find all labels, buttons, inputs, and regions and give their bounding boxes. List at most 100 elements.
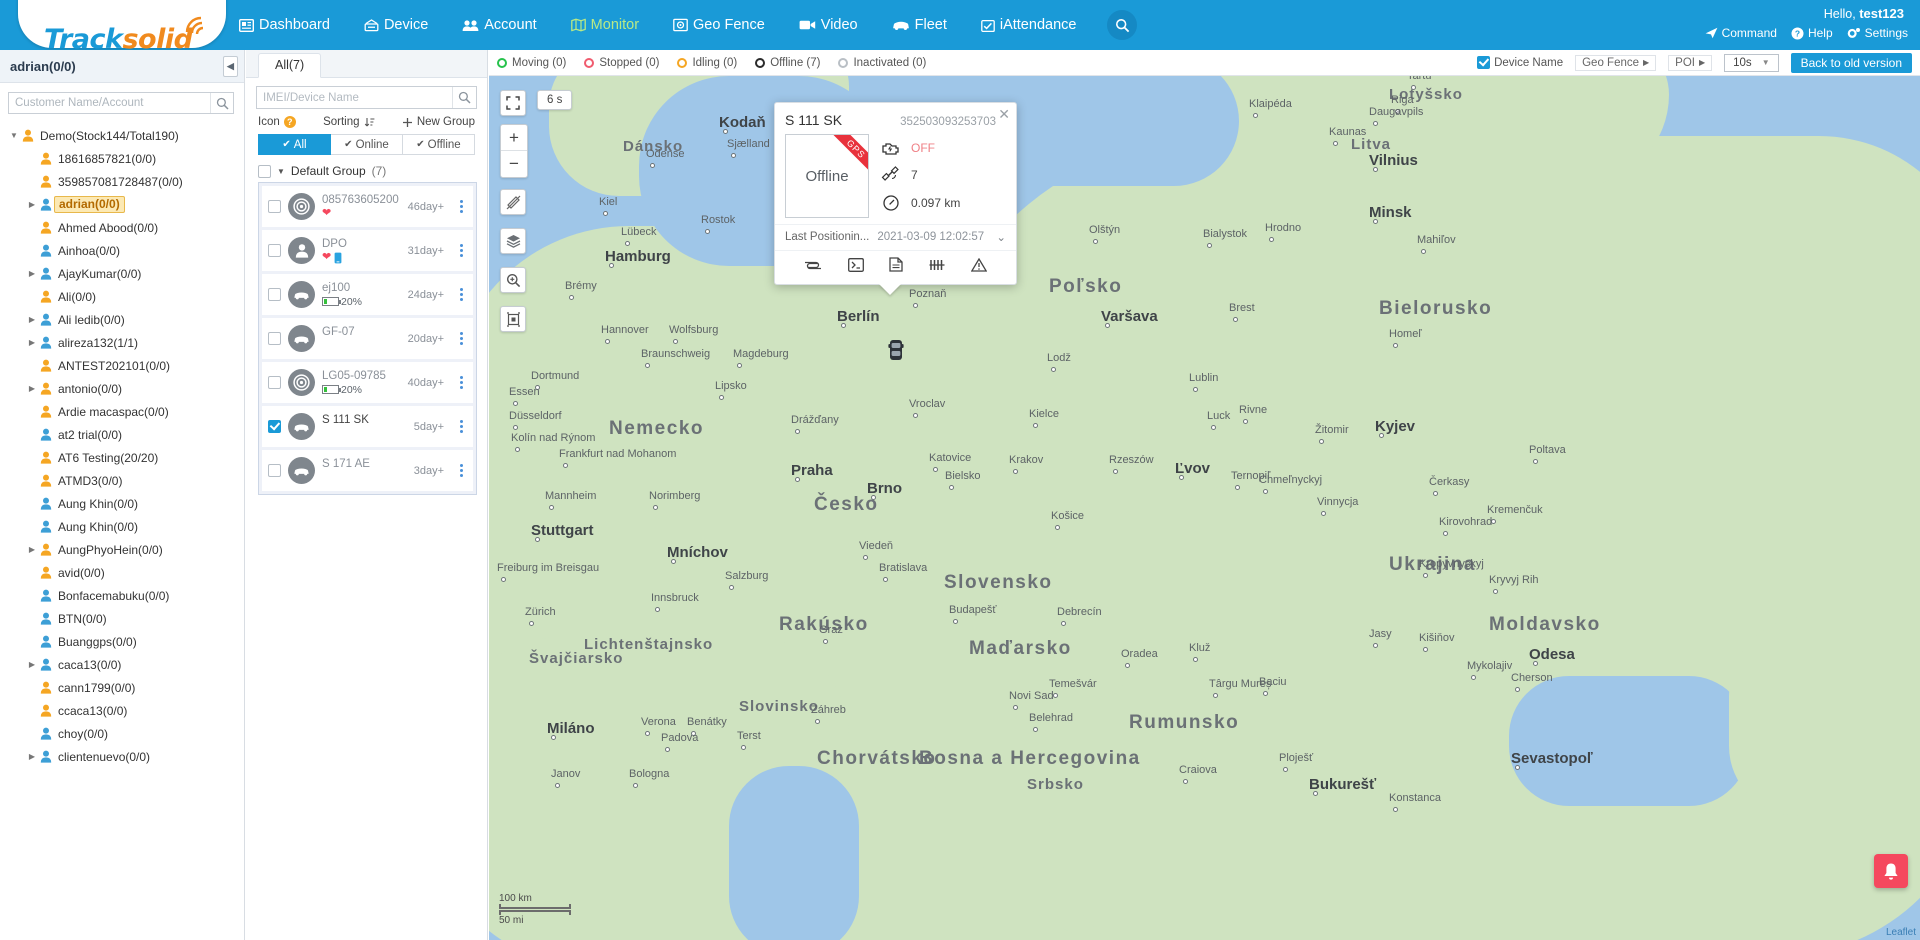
chevron-right-icon[interactable]: ▶ [26,384,38,393]
tree-node[interactable]: cann1799(0/0) [0,676,244,699]
leaflet-credit[interactable]: Leaflet [1886,927,1916,938]
tree-node[interactable]: ▶ alireza132(1/1) [0,331,244,354]
tab-all-devices[interactable]: All(7) [258,53,322,78]
device-checkbox[interactable] [268,244,281,257]
device-checkbox[interactable] [268,332,281,345]
map-grid-select-button[interactable] [500,306,526,332]
chevron-right-icon[interactable]: ▶ [26,315,38,324]
poi-dropdown[interactable]: POI ▶ [1668,54,1713,71]
device-checkbox[interactable] [268,376,281,389]
customer-search-input[interactable] [9,93,210,113]
nav-item-account[interactable]: Account [445,0,553,50]
tree-node[interactable]: ATMD3(0/0) [0,469,244,492]
device-checkbox[interactable] [268,420,281,433]
device-checkbox[interactable] [268,200,281,213]
device-search-button[interactable] [452,87,476,108]
tree-node[interactable]: at2 trial(0/0) [0,423,244,446]
device-filter-offline[interactable]: ✔ Offline [403,134,475,155]
nav-item-dashboard[interactable]: Dashboard [222,0,347,50]
nav-item-geo-fence[interactable]: Geo Fence [656,0,782,50]
status-filter-chip[interactable]: Inactivated (0) [838,57,926,69]
nav-item-video[interactable]: Video [782,0,875,50]
device-menu-button[interactable] [453,376,469,389]
chevron-right-icon[interactable]: ▶ [26,338,38,347]
device-list-item[interactable]: S 111 SK 5day+ [262,406,473,447]
help-link[interactable]: ? Help [1791,26,1833,40]
popup-close-button[interactable]: ✕ [998,107,1010,121]
tree-node[interactable]: ANTEST202101(0/0) [0,354,244,377]
tree-node[interactable]: ▼ Demo(Stock144/Total190) [0,124,244,147]
vehicle-marker[interactable] [885,338,907,367]
device-list-item[interactable]: 085763605200 ❤ 46day+ [262,186,473,227]
device-list-item[interactable]: LG05-09785 20% 40day+ [262,362,473,403]
report-document-icon[interactable] [889,257,904,275]
map-canvas[interactable]: Dánsko Nemecko Česko Rakúsko Slovensko Maďars… [489,76,1920,940]
new-group-button[interactable]: New Group [402,116,475,128]
refresh-countdown[interactable]: 6 s [537,90,573,110]
map-zoom-controls[interactable]: + − [500,124,528,178]
device-checkbox[interactable] [268,288,281,301]
tree-node[interactable]: Aung Khin(0/0) [0,492,244,515]
map-search-zoom-button[interactable] [500,267,526,293]
tree-node[interactable]: 18616857821(0/0) [0,147,244,170]
device-filter-all[interactable]: ✔ All [258,134,331,155]
tree-node[interactable]: Ali(0/0) [0,285,244,308]
settings-link[interactable]: Settings [1847,26,1908,40]
map-fullscreen-button[interactable] [500,90,526,116]
header-search-button[interactable] [1107,10,1138,40]
chevron-down-icon[interactable]: ▼ [277,167,285,176]
device-menu-button[interactable] [453,200,469,213]
tree-node[interactable]: Buanggps(0/0) [0,630,244,653]
device-checkbox[interactable] [268,464,281,477]
status-filter-chip[interactable]: Moving (0) [497,57,566,69]
device-list-item[interactable]: DPO ❤ 31day+ [262,230,473,271]
device-list-item[interactable]: ej100 20% 24day+ [262,274,473,315]
sorting-button[interactable]: Sorting [323,116,374,128]
device-menu-button[interactable] [453,420,469,433]
customer-search-button[interactable] [210,93,233,113]
device-menu-button[interactable] [453,332,469,345]
device-list-item[interactable]: S 171 AE 3day+ [262,450,473,491]
device-name-checkbox[interactable] [1477,56,1491,69]
tree-node[interactable]: ▶ antonio(0/0) [0,377,244,400]
chevron-right-icon[interactable]: ▶ [26,200,38,209]
tree-node[interactable]: BTN(0/0) [0,607,244,630]
tree-node[interactable]: Ainhoa(0/0) [0,239,244,262]
device-name-toggle[interactable]: Device Name [1477,56,1563,69]
status-filter-chip[interactable]: Stopped (0) [584,57,659,69]
nav-item-fleet[interactable]: Fleet [875,0,964,50]
chevron-down-icon[interactable]: ▼ [8,131,20,140]
map-measure-button[interactable] [500,189,526,215]
zoom-in-button[interactable]: + [501,125,527,151]
chevron-right-icon[interactable]: ▶ [26,545,38,554]
tree-node[interactable]: 359857081728487(0/0) [0,170,244,193]
chevron-right-icon[interactable]: ▶ [26,269,38,278]
track-playback-icon[interactable] [804,258,822,275]
nav-item-iattendance[interactable]: iAttendance [964,0,1094,50]
command-link[interactable]: Command [1705,26,1777,40]
default-group-checkbox[interactable] [258,164,271,178]
nav-item-monitor[interactable]: Monitor [554,0,656,50]
tree-node[interactable]: ▶ clientenuevo(0/0) [0,745,244,768]
customer-tree-list[interactable]: ▼ Demo(Stock144/Total190) 18616857821(0/0)… [0,118,244,940]
device-list-item[interactable]: GF-07 20day+ [262,318,473,359]
mileage-bars-icon[interactable] [929,258,945,275]
status-filter-chip[interactable]: Offline (7) [755,57,820,69]
geo-fence-dropdown[interactable]: Geo Fence ▶ [1575,54,1657,71]
tree-node[interactable]: ▶ adrian(0/0) [0,193,244,216]
tree-node[interactable]: AT6 Testing(20/20) [0,446,244,469]
device-filter-online[interactable]: ✔ Online [331,134,403,155]
tree-node[interactable]: ▶ caca13(0/0) [0,653,244,676]
tree-node[interactable]: Aung Khin(0/0) [0,515,244,538]
tree-node[interactable]: Ardie macaspac(0/0) [0,400,244,423]
zoom-out-button[interactable]: − [501,151,527,177]
tree-node[interactable]: choy(0/0) [0,722,244,745]
chevron-right-icon[interactable]: ▶ [26,752,38,761]
tree-node[interactable]: ▶ Ali ledib(0/0) [0,308,244,331]
status-filter-chip[interactable]: Idling (0) [677,57,737,69]
tree-node[interactable]: ▶ AungPhyoHein(0/0) [0,538,244,561]
back-to-old-version-button[interactable]: Back to old version [1790,52,1912,73]
tree-collapse-button[interactable]: ◀ [223,56,238,77]
icon-legend-toggle[interactable]: Icon ? [258,116,296,128]
chevron-right-icon[interactable]: ▶ [26,660,38,669]
